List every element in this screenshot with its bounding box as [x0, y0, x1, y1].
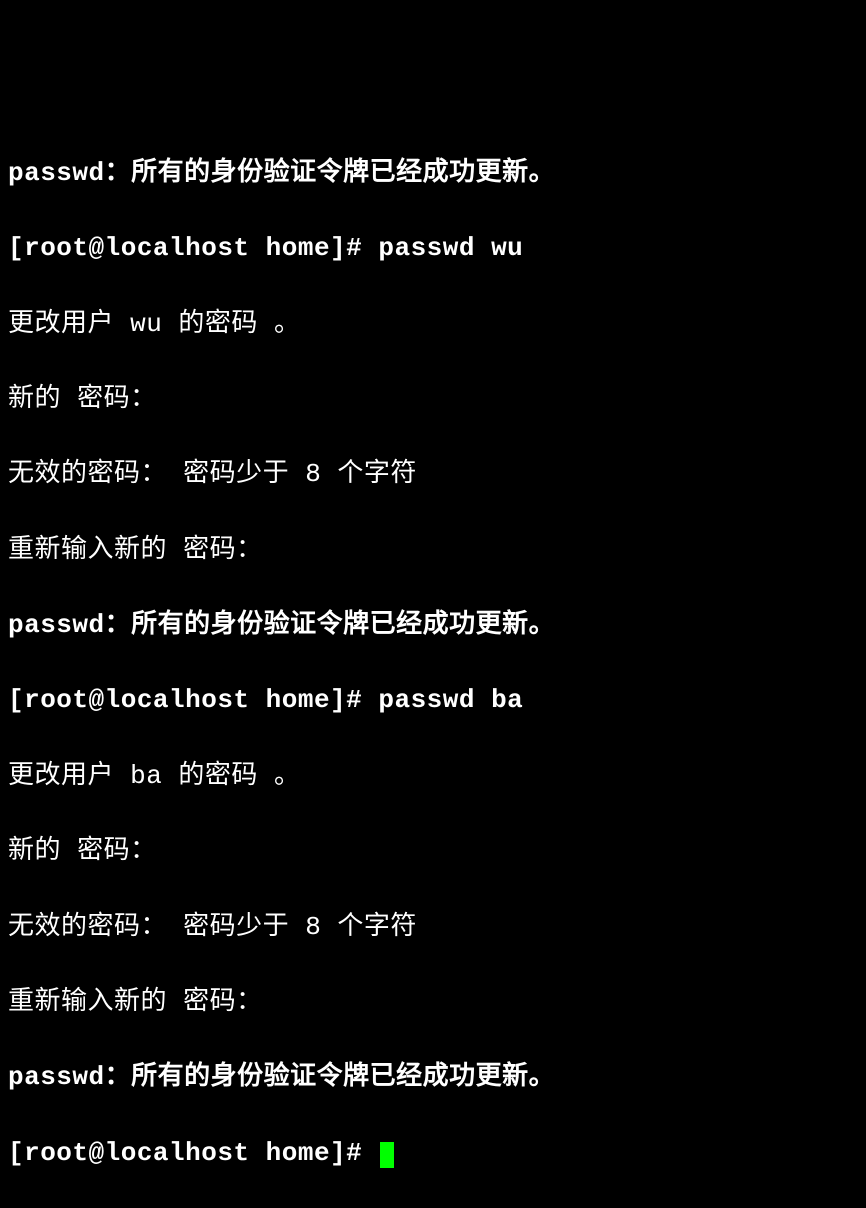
shell-prompt: [root@localhost home]# — [8, 1138, 378, 1168]
terminal-output-line: 无效的密码： 密码少于 8 个字符 — [8, 456, 858, 494]
terminal-output-line: passwd：所有的身份验证令牌已经成功更新。 — [8, 155, 858, 193]
shell-prompt: [root@localhost home]# — [8, 685, 378, 715]
cursor-icon — [380, 1142, 394, 1168]
terminal-output-line: 无效的密码： 密码少于 8 个字符 — [8, 909, 858, 947]
terminal-output-line: 新的 密码： — [8, 833, 858, 871]
terminal-output-line: 更改用户 ba 的密码 。 — [8, 758, 858, 796]
terminal-line[interactable]: [root@localhost home]# — [8, 1135, 858, 1173]
terminal-output-line: passwd：所有的身份验证令牌已经成功更新。 — [8, 607, 858, 645]
terminal-line: [root@localhost home]# passwd ba — [8, 682, 858, 720]
terminal-output-line: 新的 密码： — [8, 381, 858, 419]
terminal-output-line: 更改用户 wu 的密码 。 — [8, 306, 858, 344]
shell-prompt: [root@localhost home]# — [8, 233, 378, 263]
terminal-output-line: 重新输入新的 密码： — [8, 532, 858, 570]
terminal-output-line: passwd：所有的身份验证令牌已经成功更新。 — [8, 1059, 858, 1097]
terminal-output-line: 重新输入新的 密码： — [8, 984, 858, 1022]
command-passwd-ba: passwd ba — [378, 685, 523, 715]
terminal-line: [root@localhost home]# passwd wu — [8, 230, 858, 268]
command-passwd-wu: passwd wu — [378, 233, 523, 263]
